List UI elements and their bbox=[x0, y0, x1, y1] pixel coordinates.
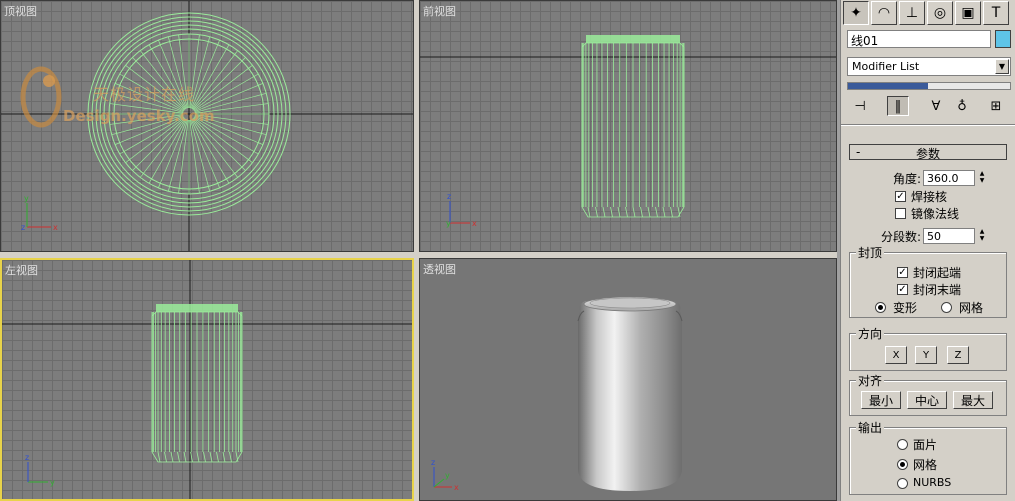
direction-title: 方向 bbox=[856, 325, 885, 342]
modifier-list-dropdown[interactable]: Modifier List ▼ bbox=[847, 57, 1011, 76]
viewport-top-label[interactable]: 顶视图 bbox=[4, 3, 37, 19]
output-nurbs-label: NURBS bbox=[913, 476, 952, 489]
command-panel: ✦ ◠ ⊥ ◎ ▣ T 线01 Modifier List ▼ ⊣ ‖ ∀ ♁ … bbox=[840, 0, 1015, 501]
axis-z-label: z bbox=[447, 192, 451, 201]
modifier-list-value: Modifier List bbox=[852, 60, 920, 73]
output-nurbs-radio[interactable] bbox=[897, 478, 908, 489]
left-view-wireframe: y z bbox=[2, 260, 412, 499]
cap-start-checkbox[interactable]: ✓ bbox=[897, 267, 908, 278]
parameters-rollout-header[interactable]: - 参数 bbox=[849, 144, 1007, 161]
viewport-perspective[interactable]: 透视图 z x y bbox=[419, 258, 837, 501]
motion-icon: ◎ bbox=[933, 5, 947, 21]
cap-end-label: 封闭末端 bbox=[913, 283, 962, 297]
direction-y-button[interactable]: Y bbox=[915, 346, 937, 364]
display-icon: ▣ bbox=[961, 5, 975, 21]
align-center-button[interactable]: 中心 bbox=[907, 391, 947, 409]
segments-spinner[interactable]: 50 bbox=[923, 228, 975, 244]
axis-z-label: z bbox=[21, 223, 25, 232]
hierarchy-tab[interactable]: ⊥ bbox=[899, 1, 925, 25]
axis-z-label: z bbox=[431, 458, 435, 467]
axis-y-label: y bbox=[50, 478, 55, 487]
viewport-left[interactable]: 左视图 y z bbox=[0, 258, 414, 501]
output-mesh-label: 网格 bbox=[913, 458, 938, 472]
modifier-stack-display[interactable] bbox=[847, 82, 1011, 90]
viewport-left-label[interactable]: 左视图 bbox=[5, 262, 38, 278]
create-tab[interactable]: ✦ bbox=[843, 1, 869, 25]
hierarchy-icon: ⊥ bbox=[905, 5, 919, 21]
axis-y-label: y bbox=[445, 471, 450, 480]
axis-gizmo-front: x z y bbox=[446, 192, 477, 228]
watermark-logo bbox=[19, 63, 63, 129]
align-title: 对齐 bbox=[856, 372, 885, 389]
grid-cap-label: 网格 bbox=[959, 301, 984, 315]
morph-radio[interactable] bbox=[875, 302, 886, 313]
flip-normals-checkbox[interactable] bbox=[895, 208, 906, 219]
axis-z-label: z bbox=[25, 453, 29, 462]
watermark-text-cn: 天极设计在线 bbox=[93, 85, 196, 104]
grid-cap-radio[interactable] bbox=[941, 302, 952, 313]
segments-spinner-arrows[interactable]: ▲ ▼ bbox=[977, 228, 987, 244]
modify-icon: ◠ bbox=[877, 5, 891, 21]
capping-title: 封顶 bbox=[856, 244, 885, 261]
pin-stack-icon[interactable]: ⊣ bbox=[849, 96, 871, 116]
direction-x-button[interactable]: X bbox=[885, 346, 907, 364]
axis-y-label: y bbox=[24, 194, 29, 203]
output-patch-label: 面片 bbox=[913, 438, 938, 452]
align-min-button[interactable]: 最小 bbox=[861, 391, 901, 409]
axis-x-label: x bbox=[454, 483, 459, 492]
hammer-icon: T bbox=[991, 5, 1001, 21]
object-name-field[interactable]: 线01 bbox=[847, 30, 991, 48]
angle-spinner-arrows[interactable]: ▲ ▼ bbox=[977, 170, 987, 186]
viewport-top[interactable]: 顶视图 x y z 天极设计在线 Design.yesky.com bbox=[0, 0, 414, 252]
morph-label: 变形 bbox=[893, 301, 918, 315]
watermark-text-en: Design.yesky.com bbox=[63, 107, 215, 125]
viewport-perspective-label[interactable]: 透视图 bbox=[423, 261, 456, 277]
axis-gizmo-left: y z bbox=[25, 453, 55, 487]
axis-gizmo-persp: z x y bbox=[431, 458, 459, 492]
direction-z-button[interactable]: Z bbox=[947, 346, 969, 364]
viewport-front[interactable]: 前视图 x z y bbox=[419, 0, 837, 252]
rollout-title: 参数 bbox=[915, 147, 940, 161]
angle-label: 角度: bbox=[893, 172, 922, 186]
axis-y-label: y bbox=[446, 219, 451, 228]
output-mesh-radio[interactable] bbox=[897, 459, 908, 470]
align-max-button[interactable]: 最大 bbox=[953, 391, 993, 409]
angle-spinner[interactable]: 360.0 bbox=[923, 170, 975, 186]
motion-tab[interactable]: ◎ bbox=[927, 1, 953, 25]
viewport-front-label[interactable]: 前视图 bbox=[423, 3, 456, 19]
weld-core-label: 焊接核 bbox=[911, 190, 948, 204]
weld-core-checkbox[interactable]: ✓ bbox=[895, 191, 906, 202]
axis-gizmo-top: x y z bbox=[21, 194, 58, 232]
chevron-down-icon[interactable]: ▼ bbox=[995, 59, 1009, 74]
front-view-wireframe: x z y bbox=[420, 35, 836, 228]
object-color-swatch[interactable] bbox=[995, 30, 1011, 48]
show-end-result-icon[interactable]: ‖ bbox=[887, 96, 909, 116]
perspective-can-render: z x y bbox=[431, 296, 683, 492]
output-title: 输出 bbox=[856, 419, 885, 436]
cap-end-checkbox[interactable]: ✓ bbox=[897, 284, 908, 295]
cap-start-label: 封闭起端 bbox=[913, 266, 962, 280]
make-unique-icon[interactable]: ∀ bbox=[925, 96, 947, 116]
display-tab[interactable]: ▣ bbox=[955, 1, 981, 25]
axis-x-label: x bbox=[53, 223, 58, 232]
create-icon: ✦ bbox=[850, 5, 862, 21]
output-patch-radio[interactable] bbox=[897, 439, 908, 450]
modify-tab[interactable]: ◠ bbox=[871, 1, 897, 25]
axis-x-label: x bbox=[472, 219, 477, 228]
utilities-tab[interactable]: T bbox=[983, 1, 1009, 25]
segments-label: 分段数: bbox=[881, 230, 922, 244]
configure-modifier-sets-icon[interactable]: ⊞ bbox=[985, 96, 1007, 116]
flip-normals-label: 镜像法线 bbox=[911, 207, 960, 221]
stack-toolbar: ⊣ ‖ ∀ ♁ ⊞ bbox=[847, 96, 1011, 118]
remove-modifier-icon[interactable]: ♁ bbox=[951, 96, 973, 116]
